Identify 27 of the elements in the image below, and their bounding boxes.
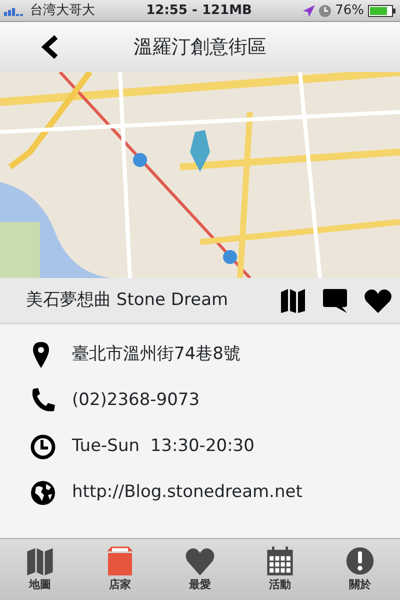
- carrier-name: 台湾大哥大: [30, 2, 95, 20]
- tab-item[interactable]: 活動: [240, 539, 320, 600]
- signal-icon: [4, 6, 26, 16]
- map-icon[interactable]: [280, 288, 306, 314]
- website-link[interactable]: http://Blog.stonedream.net: [72, 480, 302, 506]
- back-button[interactable]: [40, 34, 60, 60]
- exclamation-icon: [344, 545, 376, 577]
- globe-icon: [30, 479, 56, 507]
- detail-text: 臺北市溫州街74巷8號: [72, 343, 240, 366]
- tab-item[interactable]: 最愛: [160, 539, 240, 600]
- comment-icon[interactable]: [322, 288, 348, 314]
- location-arrow-icon: [303, 4, 316, 16]
- tab-item[interactable]: 關於: [320, 539, 400, 600]
- battery-icon: [368, 4, 396, 16]
- status-time: 12:55 - 121MB: [146, 2, 252, 20]
- heart-icon[interactable]: [364, 288, 392, 314]
- tab-item[interactable]: 地圖: [0, 539, 80, 600]
- nav-title: 溫羅汀創意街區: [134, 34, 266, 60]
- detail-text: Tue-Sun 13:30-20:30: [72, 435, 254, 458]
- store-name: 美石夢想曲 Stone Dream: [26, 288, 228, 312]
- clock-icon: [319, 4, 332, 16]
- tab-item[interactable]: 店家: [80, 539, 160, 600]
- clock-icon: [30, 433, 56, 461]
- battery-percent: 76%: [335, 2, 364, 20]
- detail-text[interactable]: (02)2368-9073: [72, 388, 200, 414]
- map-icon: [24, 545, 56, 577]
- calendar-icon: [264, 545, 296, 577]
